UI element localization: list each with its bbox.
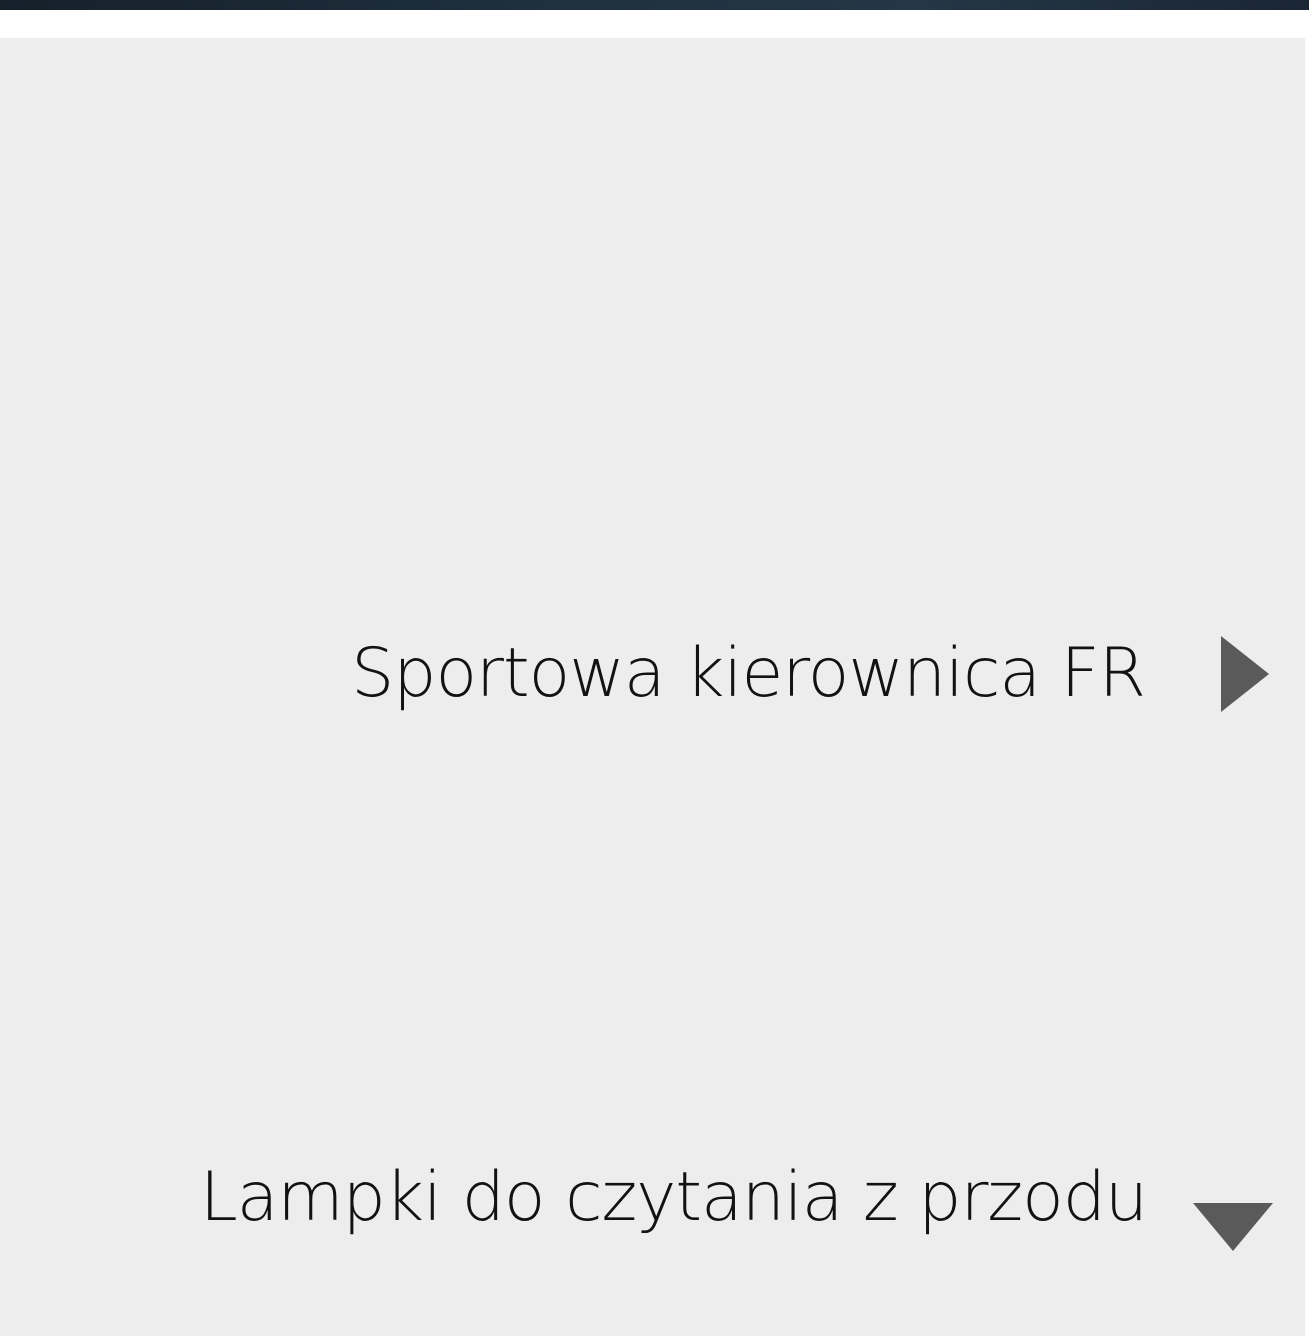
feature-item-front-reading-lamps[interactable]: Lampki do czytania z przodu (199, 1158, 1273, 1251)
caret-down-triangle-icon[interactable] (1193, 1203, 1273, 1251)
feature-item-sports-steering-wheel[interactable]: Sportowa kierownica FR (351, 636, 1273, 712)
top-image-strip (0, 0, 1309, 10)
play-right-triangle-icon[interactable] (1221, 636, 1269, 712)
feature-label: Sportowa kierownica FR (351, 634, 1146, 713)
feature-label: Lampki do czytania z przodu (199, 1158, 1148, 1237)
